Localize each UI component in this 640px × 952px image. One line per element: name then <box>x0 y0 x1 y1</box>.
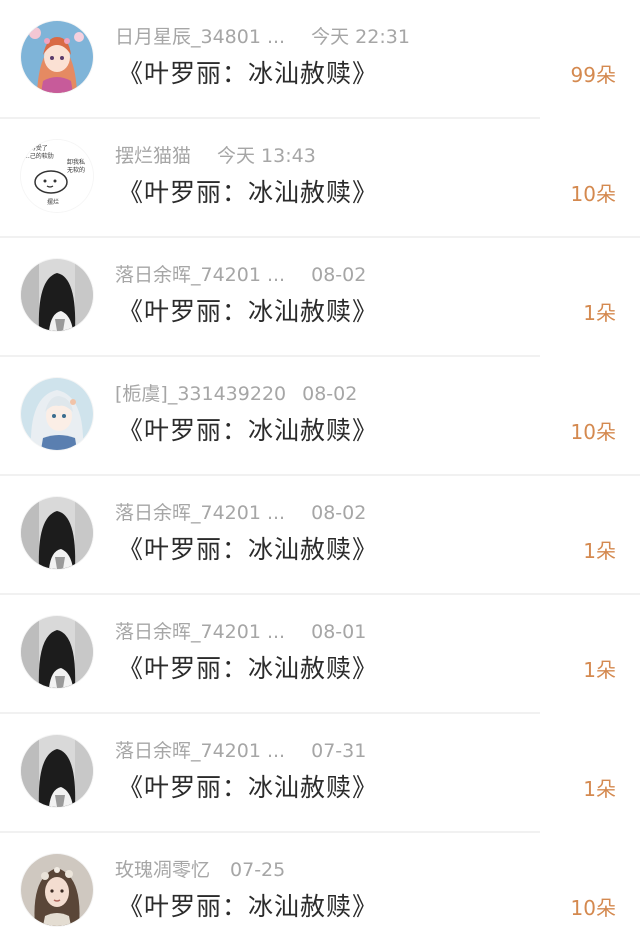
item-meta: 玫瑰凋零忆 07-25 <box>115 857 285 883</box>
item-meta: 落日余晖_74201 ... 08-02 <box>115 262 366 288</box>
timestamp: 今天 22:31 <box>311 26 410 48</box>
list-item[interactable]: 落日余晖_74201 ... 08-01 《叶罗丽：冰汕赦赎》 1朵 <box>0 595 640 714</box>
item-meta: 日月星辰_34801 ... 今天 22:31 <box>115 24 410 50</box>
book-title[interactable]: 《叶罗丽：冰汕赦赎》 <box>118 294 378 330</box>
timestamp: 08-02 <box>311 264 367 286</box>
black-hair-girl-avatar-icon <box>21 735 93 807</box>
list-item[interactable]: ...得受了 ...己的软肋 卸我私 无软的 摆烂 摆烂猫猫 今天 13:43 《… <box>0 119 640 238</box>
book-title[interactable]: 《叶罗丽：冰汕赦赎》 <box>118 889 378 925</box>
username[interactable]: 摆烂猫猫 <box>115 145 191 167</box>
timestamp: 08-02 <box>302 383 358 405</box>
username[interactable]: [栀虞]_331439220 <box>115 383 286 405</box>
avatar[interactable] <box>21 497 93 569</box>
flower-count: 1朵 <box>583 539 616 563</box>
username[interactable]: 落日余晖_74201 ... <box>115 264 285 286</box>
book-title[interactable]: 《叶罗丽：冰汕赦赎》 <box>118 651 378 687</box>
username[interactable]: 落日余晖_74201 ... <box>115 502 285 524</box>
flower-count: 10朵 <box>570 420 616 444</box>
timestamp: 08-02 <box>311 502 367 524</box>
flower-count: 99朵 <box>570 63 616 87</box>
flower-count: 1朵 <box>583 658 616 682</box>
timestamp: 07-31 <box>311 740 367 762</box>
black-hair-girl-avatar-icon <box>21 259 93 331</box>
book-title[interactable]: 《叶罗丽：冰汕赦赎》 <box>118 770 378 806</box>
flower-count: 10朵 <box>570 182 616 206</box>
timestamp: 08-01 <box>311 621 367 643</box>
book-title[interactable]: 《叶罗丽：冰汕赦赎》 <box>118 56 378 92</box>
username[interactable]: 玫瑰凋零忆 <box>115 859 210 881</box>
list-item[interactable]: 日月星辰_34801 ... 今天 22:31 《叶罗丽：冰汕赦赎》 99朵 <box>0 0 640 119</box>
list-item[interactable]: 玫瑰凋零忆 07-25 《叶罗丽：冰汕赦赎》 10朵 <box>0 833 640 952</box>
avatar[interactable]: ...得受了 ...己的软肋 卸我私 无软的 摆烂 <box>21 140 93 212</box>
username[interactable]: 落日余晖_74201 ... <box>115 740 285 762</box>
avatar[interactable] <box>21 378 93 450</box>
sticker-text: 无软的 <box>67 166 85 174</box>
avatar[interactable] <box>21 854 93 926</box>
item-meta: 落日余晖_74201 ... 07-31 <box>115 738 366 764</box>
book-title[interactable]: 《叶罗丽：冰汕赦赎》 <box>118 532 378 568</box>
gift-record-list: 日月星辰_34801 ... 今天 22:31 《叶罗丽：冰汕赦赎》 99朵 ..… <box>0 0 640 949</box>
sticker-text: 卸我私 <box>67 158 85 166</box>
list-item[interactable]: [栀虞]_331439220 08-02 《叶罗丽：冰汕赦赎》 10朵 <box>0 357 640 476</box>
item-meta: 落日余晖_74201 ... 08-01 <box>115 619 366 645</box>
avatar[interactable] <box>21 616 93 688</box>
list-item[interactable]: 落日余晖_74201 ... 08-02 《叶罗丽：冰汕赦赎》 1朵 <box>0 476 640 595</box>
flower-count: 1朵 <box>583 777 616 801</box>
timestamp: 今天 13:43 <box>217 145 316 167</box>
list-item[interactable]: 落日余晖_74201 ... 08-02 《叶罗丽：冰汕赦赎》 1朵 <box>0 238 640 357</box>
sticker-text: ...得受了 <box>24 144 48 152</box>
avatar[interactable] <box>21 259 93 331</box>
list-item[interactable]: 落日余晖_74201 ... 07-31 《叶罗丽：冰汕赦赎》 1朵 <box>0 714 640 833</box>
realistic-girl-flowers-avatar-icon <box>21 854 93 926</box>
book-title[interactable]: 《叶罗丽：冰汕赦赎》 <box>118 175 378 211</box>
username[interactable]: 落日余晖_74201 ... <box>115 621 285 643</box>
meme-sticker-avatar-icon: ...得受了 ...己的软肋 卸我私 无软的 摆烂 <box>21 140 93 212</box>
black-hair-girl-avatar-icon <box>21 616 93 688</box>
item-meta: 摆烂猫猫 今天 13:43 <box>115 143 316 169</box>
flower-count: 10朵 <box>570 896 616 920</box>
item-meta: 落日余晖_74201 ... 08-02 <box>115 500 366 526</box>
book-title[interactable]: 《叶罗丽：冰汕赦赎》 <box>118 413 378 449</box>
avatar[interactable] <box>21 735 93 807</box>
sticker-text: 摆烂 <box>47 198 59 206</box>
anime-girl-white-avatar-icon <box>21 378 93 450</box>
username[interactable]: 日月星辰_34801 ... <box>115 26 285 48</box>
flower-count: 1朵 <box>583 301 616 325</box>
sticker-text: ...己的软肋 <box>24 152 54 160</box>
item-meta: [栀虞]_331439220 08-02 <box>115 381 357 407</box>
anime-girl-pink-avatar-icon <box>21 21 93 93</box>
timestamp: 07-25 <box>230 859 286 881</box>
avatar[interactable] <box>21 21 93 93</box>
black-hair-girl-avatar-icon <box>21 497 93 569</box>
